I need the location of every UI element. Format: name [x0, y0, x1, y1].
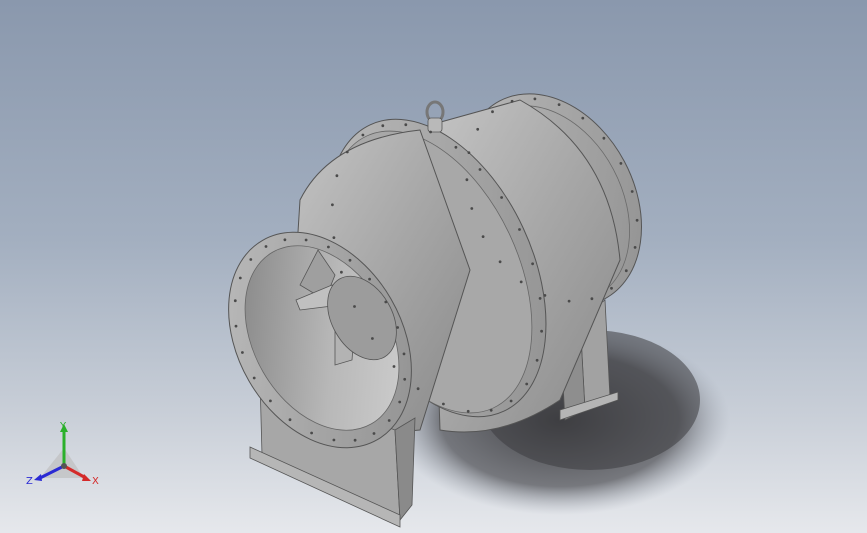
bolt-hole [331, 203, 334, 207]
bolt-hole [454, 145, 458, 149]
bolt-hole [327, 245, 330, 249]
bolt-hole [372, 432, 376, 435]
bolt-hole [465, 178, 469, 182]
bolt-hole [491, 110, 494, 114]
bolt-hole [392, 365, 396, 368]
bolt-hole [543, 294, 547, 297]
bolt-hole [489, 408, 493, 412]
bolt-hole [353, 305, 356, 308]
bolt-hole [238, 276, 242, 280]
bolt-hole [416, 387, 420, 391]
bolt-hole [361, 133, 365, 137]
bolt-hole [540, 329, 543, 333]
graphics-viewport[interactable]: Y X Z [0, 0, 867, 533]
bolt-hole [345, 150, 349, 154]
bolt-hole [500, 196, 503, 199]
bolt-hole [531, 262, 534, 266]
bolt-hole [283, 238, 287, 242]
bolt-hole [332, 438, 336, 442]
bolt-hole [241, 351, 244, 354]
bolt-hole [509, 399, 513, 403]
bolt-hole [635, 218, 639, 222]
bolt-hole [340, 270, 343, 274]
bolt-hole [624, 269, 628, 273]
bolt-hole [269, 399, 272, 403]
coordinate-triad: Y X Z [26, 421, 99, 487]
z-axis-label: Z [26, 476, 33, 487]
bolt-hole [590, 297, 594, 301]
bolt-hole [403, 377, 407, 381]
bolt-hole [478, 168, 482, 171]
bolt-hole [538, 297, 542, 300]
bolt-hole [581, 116, 585, 120]
bolt-hole [387, 419, 391, 422]
lifting-eye [425, 100, 445, 133]
bolt-hole [467, 151, 471, 155]
bolt-hole [470, 207, 474, 210]
axial-fan-model[interactable] [0, 0, 867, 533]
bolt-hole [310, 431, 313, 435]
bolt-hole [304, 238, 308, 242]
bolt-hole [525, 382, 529, 386]
bolt-hole [602, 136, 606, 140]
bolt-hole [368, 277, 371, 281]
y-axis-label: Y [59, 421, 67, 432]
bolt-hole [335, 174, 339, 178]
bolt-hole [498, 260, 502, 264]
bolt-hole [519, 280, 523, 284]
bolt-hole [402, 352, 406, 356]
bolt-hole [371, 337, 374, 340]
z-axis-arrow [34, 474, 42, 481]
bolt-hole [567, 299, 571, 303]
bolt-hole [234, 324, 238, 328]
bolt-hole [233, 299, 237, 303]
bolt-hole [533, 97, 537, 101]
bolt-hole [442, 402, 445, 406]
bolt-hole [633, 246, 637, 249]
bolt-hole [398, 400, 402, 404]
bolt-hole [518, 228, 521, 231]
bolt-hole [249, 258, 253, 261]
bolt-hole [510, 99, 514, 103]
bolt-hole [353, 438, 357, 442]
bolt-hole [476, 127, 480, 131]
bolt-hole [384, 300, 388, 304]
bolt-hole [481, 235, 485, 239]
bolt-hole [252, 376, 256, 380]
bolt-hole [466, 409, 470, 413]
bolt-hole [610, 286, 613, 290]
bolt-hole [535, 358, 539, 362]
bolt-hole [396, 326, 399, 329]
bolt-hole [630, 190, 634, 193]
bolt-hole [348, 258, 352, 262]
bolt-hole [332, 236, 336, 240]
bolt-hole [557, 103, 561, 106]
bolt-hole [381, 124, 385, 128]
bolt-hole [288, 418, 292, 422]
bolt-hole [619, 162, 623, 165]
bolt-hole [264, 245, 268, 248]
x-axis-label: X [92, 476, 99, 487]
bolt-hole [429, 130, 432, 134]
bolt-hole [404, 123, 408, 127]
